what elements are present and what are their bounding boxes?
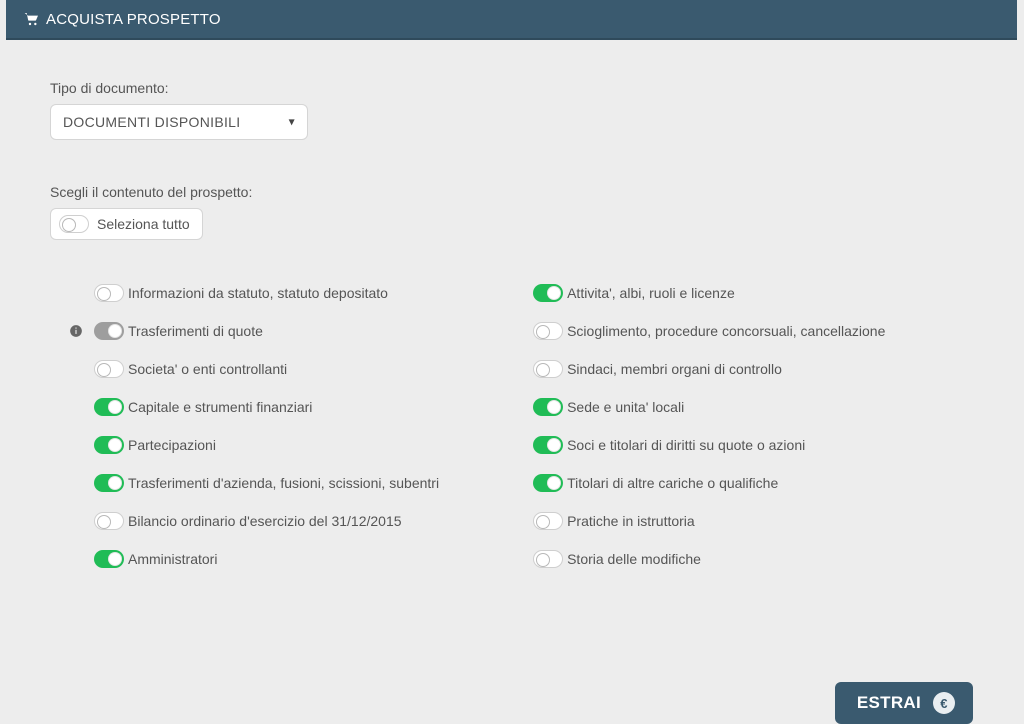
buy-prospetto-panel: ACQUISTA PROSPETTO Tipo di documento: DO… [6,0,1017,724]
select-all-box[interactable]: Seleziona tutto [50,208,203,240]
options-column-left: Informazioni da statuto, statuto deposit… [58,274,533,578]
option-toggle[interactable] [94,436,124,454]
panel-header: ACQUISTA PROSPETTO [6,0,1017,40]
panel-body: Tipo di documento: DOCUMENTI DISPONIBILI… [6,40,1017,602]
extract-button[interactable]: ESTRAI € [835,682,973,724]
doc-type-select[interactable]: DOCUMENTI DISPONIBILI [50,104,308,140]
option-toggle[interactable] [533,512,563,530]
option-toggle[interactable] [533,474,563,492]
options-column-right: Attivita', albi, ruoli e licenze Scioglim… [533,274,973,578]
option-row: Sindaci, membri organi di controllo [533,350,973,388]
option-row: Societa' o enti controllanti [58,350,533,388]
option-toggle[interactable] [533,550,563,568]
option-row: Bilancio ordinario d'esercizio del 31/12… [58,502,533,540]
option-row: Sede e unita' locali [533,388,973,426]
option-row: Scioglimento, procedure concorsuali, can… [533,312,973,350]
option-row: Attivita', albi, ruoli e licenze [533,274,973,312]
euro-icon: € [933,692,955,714]
option-toggle [94,322,124,340]
option-row: Trasferimenti d'azienda, fusioni, scissi… [58,464,533,502]
option-label: Attivita', albi, ruoli e licenze [567,285,735,302]
content-label: Scegli il contenuto del prospetto: [50,184,973,200]
option-toggle[interactable] [533,284,563,302]
option-toggle[interactable] [533,360,563,378]
option-row: Titolari di altre cariche o qualifiche [533,464,973,502]
option-label: Scioglimento, procedure concorsuali, can… [567,323,885,340]
option-toggle[interactable] [533,398,563,416]
option-label: Informazioni da statuto, statuto deposit… [128,285,388,302]
option-row: Storia delle modifiche [533,540,973,578]
option-row: Soci e titolari di diritti su quote o az… [533,426,973,464]
option-toggle[interactable] [94,398,124,416]
option-row: Capitale e strumenti finanziari [58,388,533,426]
option-row: Informazioni da statuto, statuto deposit… [58,274,533,312]
option-label: Trasferimenti d'azienda, fusioni, scissi… [128,475,439,492]
option-label: Societa' o enti controllanti [128,361,287,378]
option-label: Amministratori [128,551,217,568]
extract-button-label: ESTRAI [857,693,921,713]
option-toggle[interactable] [94,474,124,492]
option-label: Pratiche in istruttoria [567,513,695,530]
option-toggle[interactable] [94,550,124,568]
cart-icon [24,12,40,26]
option-row: Partecipazioni [58,426,533,464]
option-label: Partecipazioni [128,437,216,454]
select-all-toggle[interactable] [59,215,89,233]
doc-type-selected: DOCUMENTI DISPONIBILI [63,114,240,130]
option-label: Soci e titolari di diritti su quote o az… [567,437,805,454]
footer: ESTRAI € [6,602,1017,724]
option-toggle[interactable] [94,284,124,302]
option-row: Pratiche in istruttoria [533,502,973,540]
option-label: Capitale e strumenti finanziari [128,399,312,416]
option-label: Sindaci, membri organi di controllo [567,361,782,378]
select-all-label: Seleziona tutto [97,216,190,232]
option-label: Bilancio ordinario d'esercizio del 31/12… [128,513,402,530]
options-region: Informazioni da statuto, statuto deposit… [50,274,973,578]
option-toggle[interactable] [94,360,124,378]
option-label: Titolari di altre cariche o qualifiche [567,475,778,492]
option-toggle[interactable] [533,322,563,340]
option-label: Sede e unita' locali [567,399,684,416]
option-label: Storia delle modifiche [567,551,701,568]
option-toggle[interactable] [533,436,563,454]
option-row: Trasferimenti di quote [58,312,533,350]
panel-title: ACQUISTA PROSPETTO [46,11,221,28]
doc-type-label: Tipo di documento: [50,80,973,96]
option-toggle[interactable] [94,512,124,530]
option-row: Amministratori [58,540,533,578]
option-label: Trasferimenti di quote [128,323,263,340]
info-icon[interactable] [58,324,94,338]
